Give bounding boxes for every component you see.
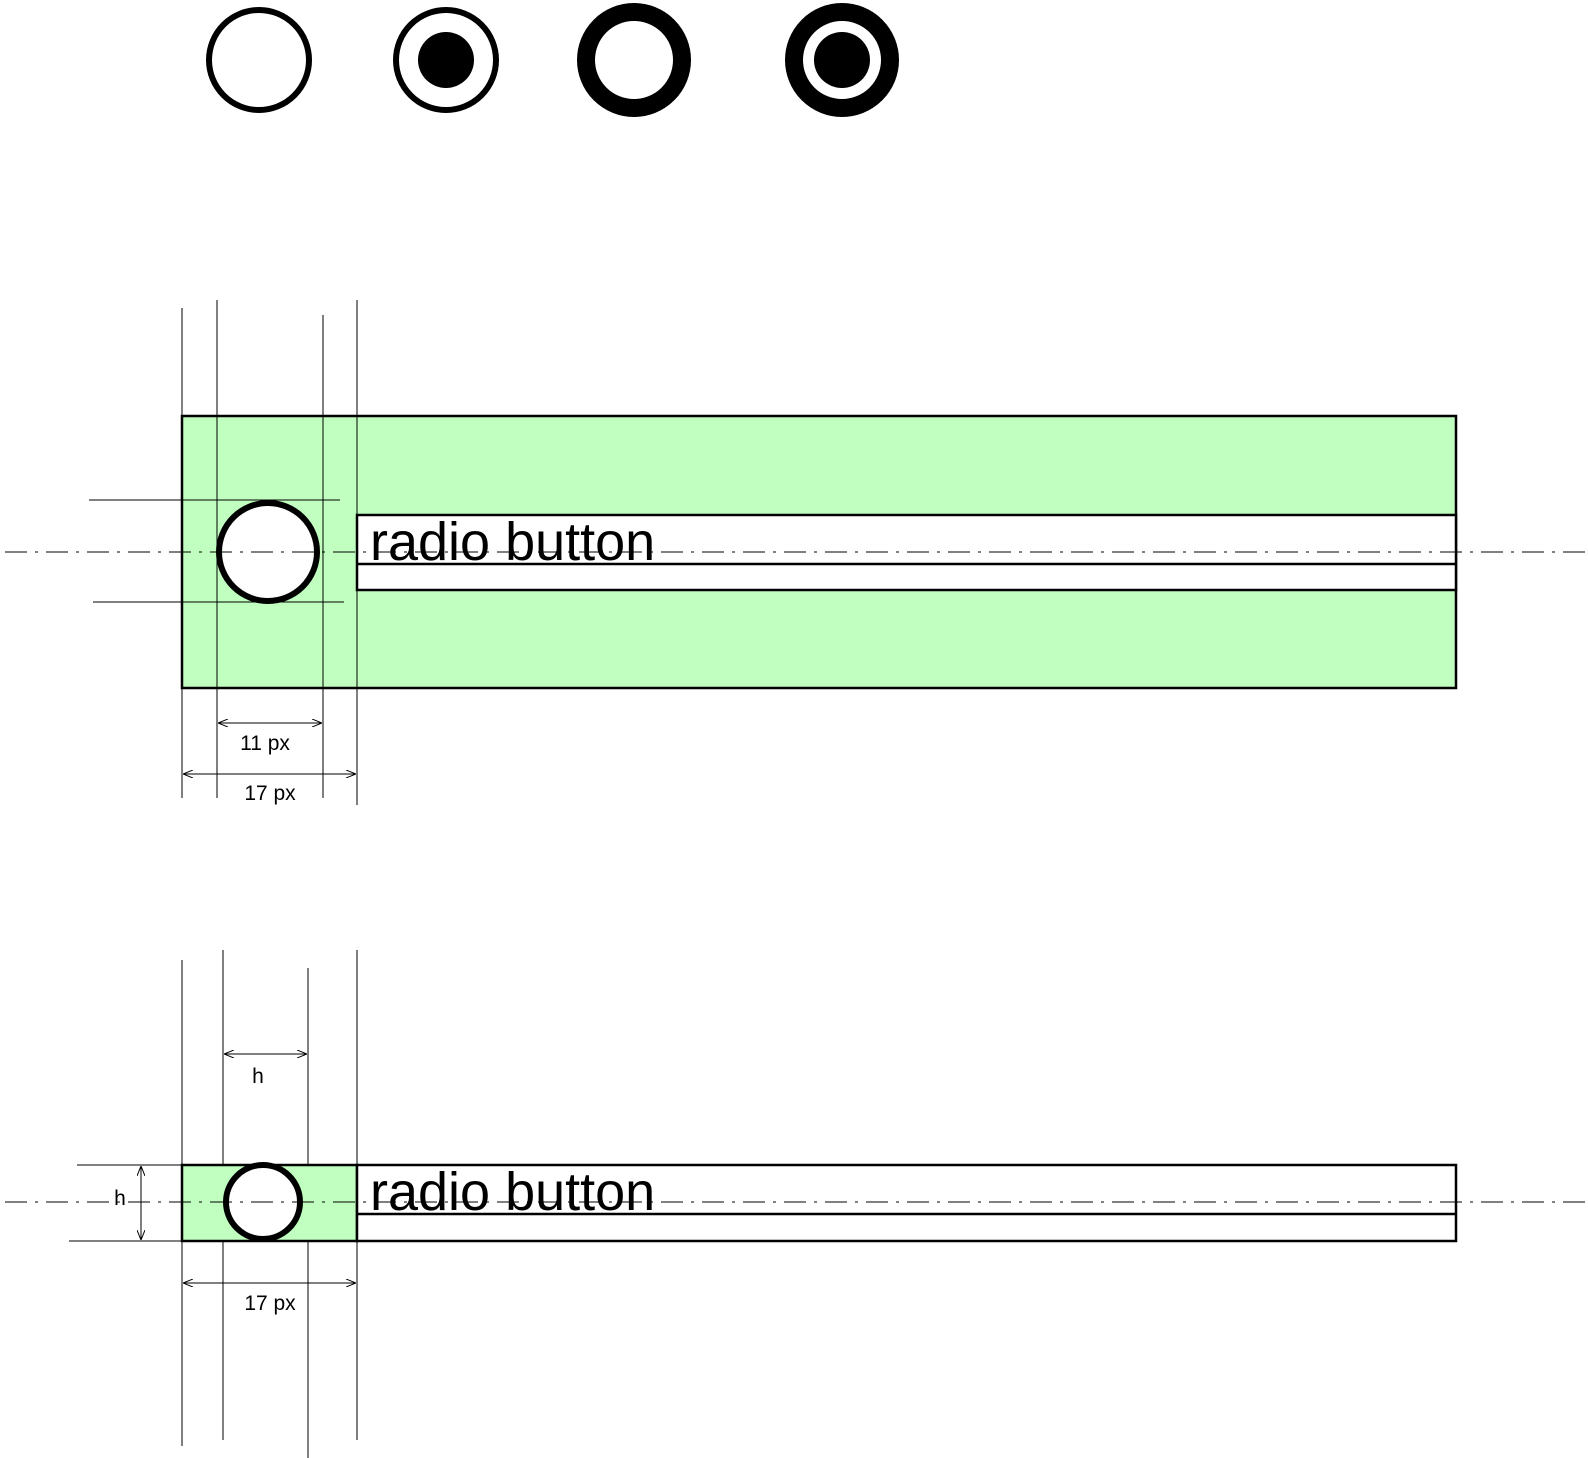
compact-outer-dimension-label: 17 px xyxy=(244,1292,296,1315)
compact-label-text: radio button xyxy=(370,1162,655,1222)
radio-unchecked-emphasized-icon xyxy=(577,3,691,117)
large-inner-dimension-label: 11 px xyxy=(240,732,290,755)
large-label-text: radio button xyxy=(370,512,655,572)
compact-circle-width-dimension-label: h xyxy=(252,1065,264,1088)
radio-unchecked-icon xyxy=(206,7,312,113)
radio-button-spec-diagram: radio button 11 px 17 px h h radio butto… xyxy=(5,3,1585,1458)
radio-checked-emphasized-icon xyxy=(785,3,899,117)
large-spec: radio button 11 px 17 px xyxy=(5,300,1585,805)
radio-checked-icon xyxy=(393,7,499,113)
compact-row-height-dimension-label: h xyxy=(114,1187,126,1210)
compact-spec: h h radio button 17 px xyxy=(5,950,1585,1458)
states-row xyxy=(206,3,899,117)
large-outer-dimension-label: 17 px xyxy=(244,782,296,805)
